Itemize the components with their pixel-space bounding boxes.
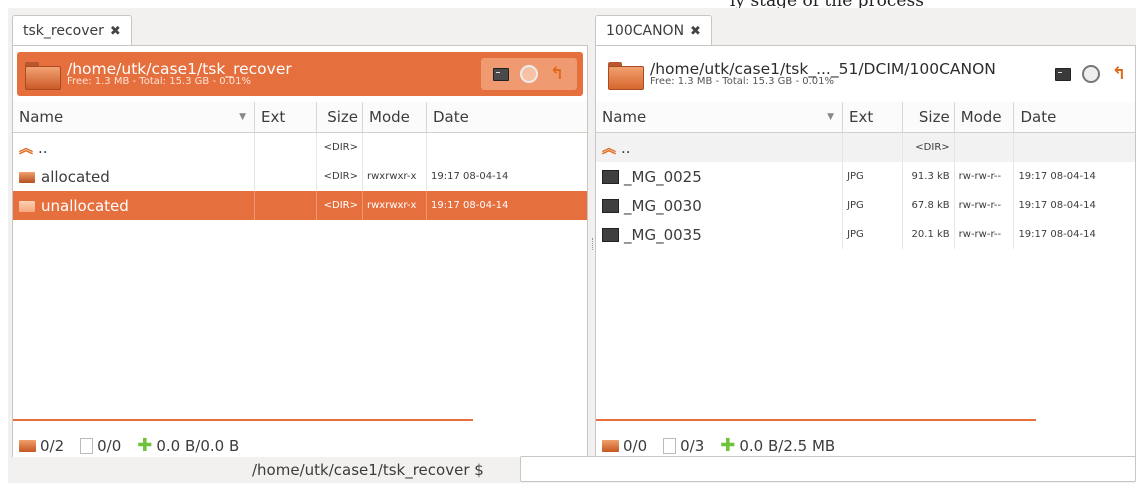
file-table: Name ▼ Ext Size Mode Date ︽.. <DIR> _MG_0…: [596, 102, 1135, 249]
command-line-bar: /home/utk/case1/tsk_recover $: [8, 456, 1136, 483]
table-row[interactable]: ︽.. <DIR>: [13, 133, 587, 162]
column-date[interactable]: Date: [1014, 102, 1135, 132]
scroll-indicator[interactable]: [13, 419, 473, 421]
selected-bytes: 0.0 B/0.0 B: [156, 436, 240, 455]
terminal-icon[interactable]: [1053, 64, 1073, 84]
column-ext[interactable]: Ext: [843, 102, 903, 132]
column-ext[interactable]: Ext: [255, 102, 317, 132]
folder-icon: [608, 60, 644, 90]
up-icon: ︽: [19, 140, 33, 157]
table-row[interactable]: _MG_0030 JPG 67.8 kB rw-rw-r-- 19:17 08-…: [596, 191, 1135, 220]
dir-count: 0/0: [623, 436, 648, 455]
go-up-icon[interactable]: ↰: [547, 64, 567, 84]
tab-title: 100CANON: [606, 23, 685, 39]
column-size[interactable]: Size: [903, 102, 955, 132]
folder-icon: [19, 439, 36, 452]
table-header: Name ▼ Ext Size Mode Date: [596, 102, 1135, 133]
right-panel: /home/utk/case1/tsk_..._51/DCIM/100CANON…: [595, 45, 1136, 463]
table-row[interactable]: _MG_0025 JPG 91.3 kB rw-rw-r-- 19:17 08-…: [596, 162, 1135, 191]
path-bar[interactable]: /home/utk/case1/tsk_..._51/DCIM/100CANON…: [600, 52, 1131, 96]
image-icon: [602, 169, 619, 184]
table-row-selected[interactable]: unallocated <DIR> rwxrwxr-x 19:17 08-04-…: [13, 191, 587, 220]
command-prompt: /home/utk/case1/tsk_recover $: [252, 461, 484, 479]
path-text: /home/utk/case1/tsk_..._51/DCIM/100CANON: [650, 59, 996, 78]
column-size[interactable]: Size: [317, 102, 363, 132]
image-icon: [602, 227, 619, 242]
folder-icon: [602, 439, 619, 452]
scroll-indicator[interactable]: [596, 419, 1036, 421]
tab-title: tsk_recover: [23, 23, 104, 39]
status-bar: 0/0 0/3 ✚ 0.0 B/2.5 MB: [602, 435, 835, 456]
table-row[interactable]: _MG_0035 JPG 20.1 kB rw-rw-r-- 19:17 08-…: [596, 220, 1135, 249]
column-date[interactable]: Date: [427, 102, 582, 132]
column-mode[interactable]: Mode: [363, 102, 427, 132]
folder-icon: [19, 199, 36, 212]
table-row[interactable]: ︽.. <DIR>: [596, 133, 1135, 162]
disk-free-text: Free: 1.3 MB - Total: 15.3 GB - 0.01%: [650, 75, 834, 87]
file-count: 0/3: [680, 436, 705, 455]
file-manager-window: tsk_recover ✖ /home/utk/case1/tsk_recove…: [8, 8, 1136, 483]
file-table: Name ▼ Ext Size Mode Date ︽.. <DIR> alloc…: [13, 102, 587, 220]
table-header: Name ▼ Ext Size Mode Date: [13, 102, 587, 133]
path-bar[interactable]: /home/utk/case1/tsk_recover Free: 1.3 MB…: [17, 52, 583, 96]
plus-icon: ✚: [137, 435, 153, 456]
up-icon: ︽: [602, 140, 616, 157]
go-up-icon[interactable]: ↰: [1109, 64, 1129, 84]
file-count: 0/0: [97, 436, 122, 455]
sort-arrow-icon: ▼: [239, 112, 246, 122]
left-panel: /home/utk/case1/tsk_recover Free: 1.3 MB…: [12, 45, 588, 463]
command-input[interactable]: [520, 456, 1136, 482]
column-mode[interactable]: Mode: [955, 102, 1015, 132]
sort-arrow-icon: ▼: [827, 112, 835, 122]
history-icon[interactable]: [1081, 64, 1101, 84]
file-icon: [663, 437, 677, 454]
disk-free-text: Free: 1.3 MB - Total: 15.3 GB - 0.01%: [67, 75, 251, 87]
file-icon: [80, 437, 94, 454]
folder-icon: [25, 60, 61, 90]
close-icon[interactable]: ✖: [110, 24, 121, 39]
tab-tsk-recover[interactable]: tsk_recover ✖: [12, 15, 132, 46]
plus-icon: ✚: [720, 435, 736, 456]
folder-icon: [19, 170, 36, 183]
selected-bytes: 0.0 B/2.5 MB: [739, 436, 836, 455]
left-pane: tsk_recover ✖ /home/utk/case1/tsk_recove…: [10, 13, 590, 463]
terminal-icon[interactable]: [491, 64, 511, 84]
status-bar: 0/2 0/0 ✚ 0.0 B/0.0 B: [19, 435, 239, 456]
tab-100canon[interactable]: 100CANON ✖: [595, 15, 712, 46]
image-icon: [602, 198, 619, 213]
dir-count: 0/2: [40, 436, 65, 455]
right-pane: 100CANON ✖ /home/utk/case1/tsk_..._51/DC…: [593, 13, 1138, 463]
column-name[interactable]: Name ▼: [596, 102, 844, 132]
close-icon[interactable]: ✖: [690, 24, 701, 39]
column-name[interactable]: Name ▼: [13, 102, 255, 132]
table-row[interactable]: allocated <DIR> rwxrwxr-x 19:17 08-04-14: [13, 162, 587, 191]
history-icon[interactable]: [519, 64, 539, 84]
path-text: /home/utk/case1/tsk_recover: [67, 59, 292, 78]
